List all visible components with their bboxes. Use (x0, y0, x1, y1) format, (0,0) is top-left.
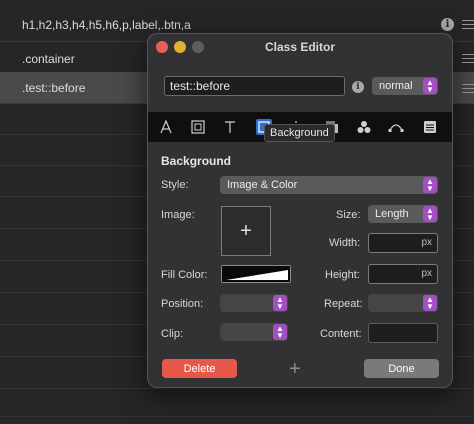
clip-label: Clip: (161, 328, 184, 340)
delete-button[interactable]: Delete (162, 359, 237, 378)
typography-icon[interactable] (222, 119, 238, 135)
selector-label: .test::before (22, 80, 86, 95)
close-window-button[interactable] (156, 41, 168, 53)
chevron-updown-icon: ▲ ▼ (273, 324, 287, 340)
text-font-icon[interactable] (158, 119, 174, 135)
height-unit: px (421, 268, 432, 279)
selector-label: h1,h2,h3,h4,h5,h6,p,label,.btn,a (22, 17, 191, 32)
height-label: Height: (325, 269, 360, 281)
size-label: Size: (336, 209, 361, 221)
minimize-window-button[interactable] (174, 41, 186, 53)
state-select-value: normal (379, 80, 413, 92)
add-icon[interactable]: + (289, 358, 301, 381)
style-select[interactable]: Image & Color ▲ ▼ (220, 176, 438, 194)
divider (0, 388, 474, 389)
chevron-updown-icon: ▲ ▼ (273, 295, 287, 311)
fill-color-label: Fill Color: (161, 269, 208, 281)
divider (0, 416, 474, 417)
width-label: Width: (329, 237, 361, 249)
effects-icon[interactable] (356, 119, 372, 135)
info-icon[interactable]: i (441, 18, 454, 31)
tooltip: Background (264, 124, 335, 142)
grid-icon[interactable] (422, 119, 438, 135)
state-select[interactable]: normal ▲ ▼ (372, 77, 438, 95)
content-label: Content: (320, 328, 362, 340)
maximize-window-button[interactable] (192, 41, 204, 53)
width-unit: px (421, 237, 432, 248)
info-icon[interactable]: i (352, 81, 364, 93)
selector-label: .container (22, 51, 75, 66)
position-select[interactable]: ▲ ▼ (220, 294, 288, 312)
clip-select[interactable]: ▲ ▼ (220, 323, 288, 341)
chevron-updown-icon: ▲ ▼ (423, 78, 437, 94)
repeat-label: Repeat: (324, 298, 363, 310)
transform-icon[interactable] (388, 119, 404, 135)
class-editor-dialog: Class Editor test::before i normal ▲ ▼ B… (147, 33, 453, 388)
content-input[interactable] (368, 323, 438, 343)
position-label: Position: (161, 298, 204, 310)
image-well[interactable]: + (221, 206, 271, 256)
chevron-updown-icon: ▲ ▼ (423, 295, 437, 311)
image-label: Image: (161, 209, 195, 221)
drag-handle-icon[interactable] (462, 54, 474, 64)
class-name-input[interactable]: test::before (164, 76, 345, 96)
height-input[interactable]: px (368, 264, 438, 284)
repeat-select[interactable]: ▲ ▼ (368, 294, 438, 312)
size-select[interactable]: Length ▲ ▼ (368, 205, 438, 223)
box-icon[interactable] (190, 119, 206, 135)
section-title: Background (161, 154, 232, 168)
size-select-value: Length (375, 208, 409, 220)
width-input[interactable]: px (368, 233, 438, 253)
add-image-icon: + (240, 219, 252, 242)
done-button[interactable]: Done (364, 359, 439, 378)
fill-color-well[interactable] (221, 265, 291, 283)
style-label: Style: (161, 179, 189, 191)
drag-handle-icon[interactable] (462, 20, 474, 30)
chevron-updown-icon: ▲ ▼ (423, 177, 437, 193)
dialog-title: Class Editor (264, 40, 336, 54)
gradient-swatch-icon (222, 266, 290, 282)
style-select-value: Image & Color (227, 179, 298, 191)
chevron-updown-icon: ▲ ▼ (423, 206, 437, 222)
titlebar[interactable]: Class Editor (148, 34, 452, 60)
drag-handle-icon[interactable] (462, 84, 474, 94)
